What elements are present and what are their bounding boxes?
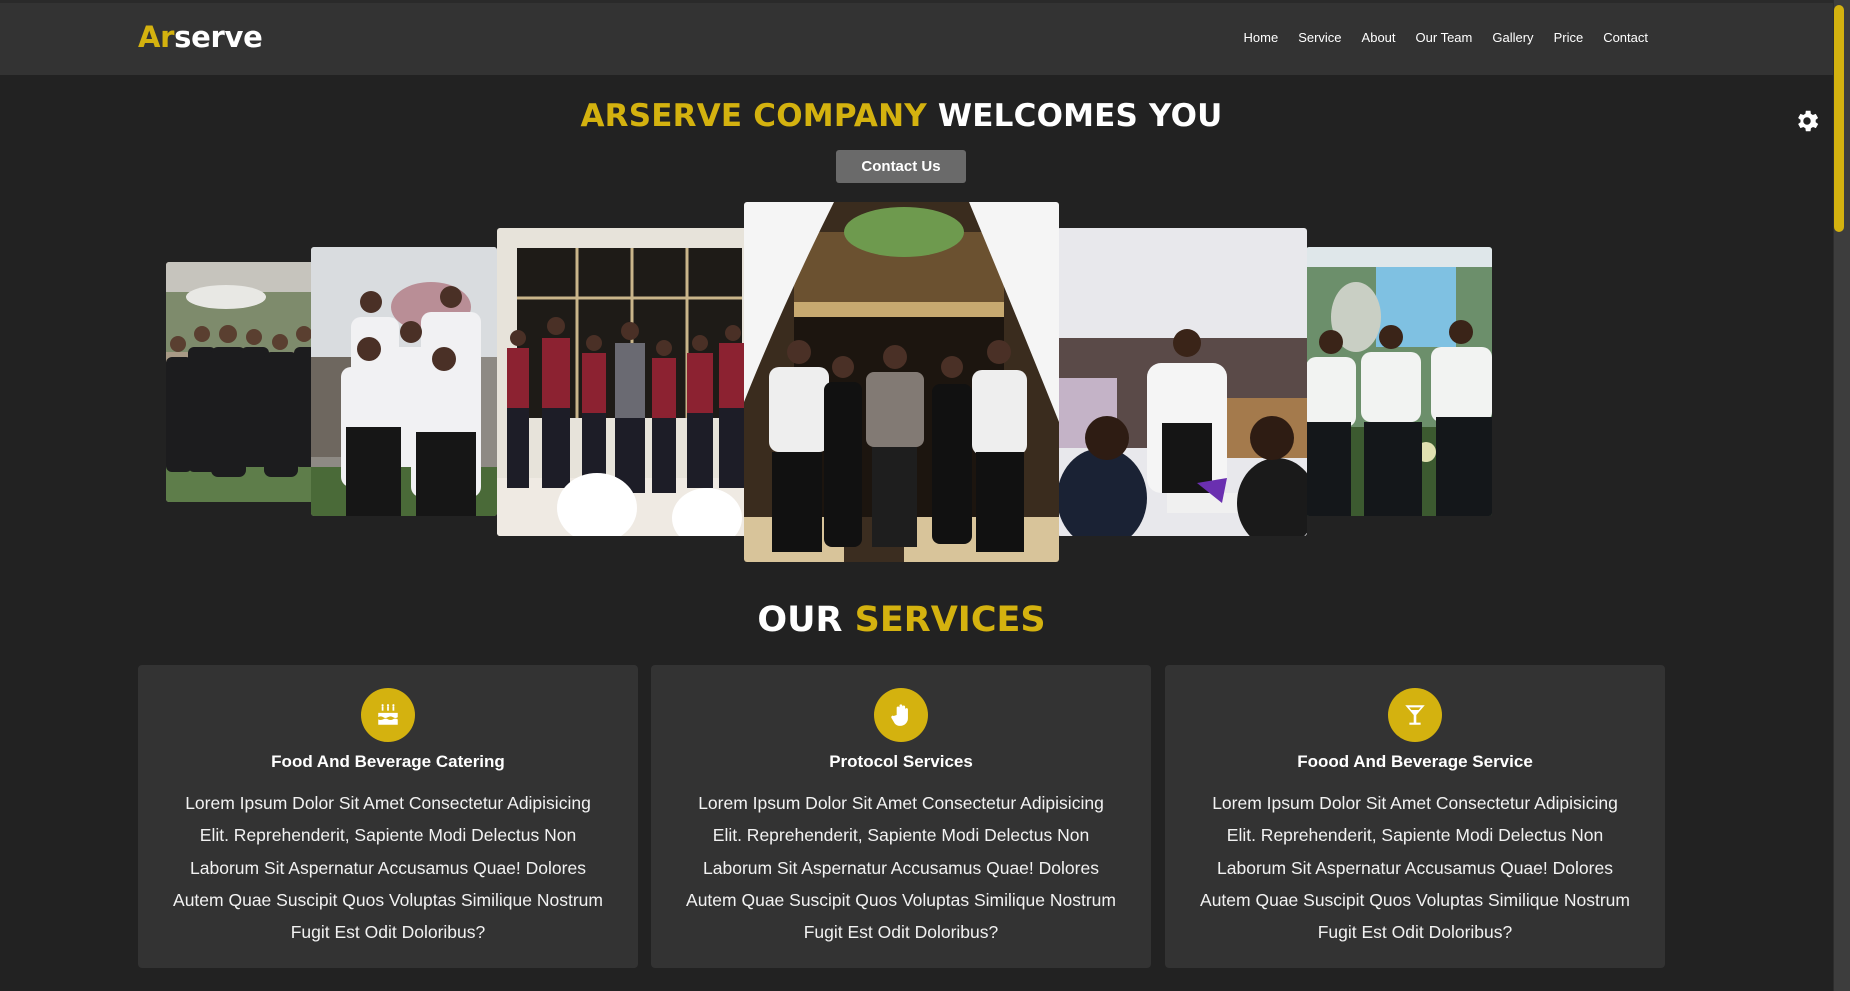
carousel-slide[interactable] [497, 228, 747, 536]
services-cards: Food And Beverage Catering Lorem Ipsum D… [138, 665, 1665, 968]
contact-us-button[interactable]: Contact Us [836, 150, 966, 183]
hero-title-accent: ARSERVE COMPANY [580, 98, 927, 134]
description-line: Lorem Ipsum Dolor Sit Amet Consectetur A… [185, 793, 591, 813]
logo[interactable]: Arserve [138, 20, 263, 54]
service-description: Lorem Ipsum Dolor Sit Amet Consectetur A… [158, 787, 618, 948]
cocktail-glass-icon [1405, 705, 1425, 725]
carousel-slide[interactable] [1306, 247, 1492, 516]
slide-image [744, 202, 1059, 562]
carousel-slide[interactable] [166, 262, 316, 502]
description-line: Fugit Est Odit Doloribus? [1317, 922, 1513, 943]
description-line: Autem Quae Suscipit Quos Voluptas Simili… [1200, 889, 1630, 910]
hand-icon [891, 704, 908, 726]
page: Arserve Home Service About Our Team Gall… [0, 0, 1833, 991]
service-icon-badge [874, 688, 928, 742]
logo-accent: Ar [138, 20, 175, 54]
description-line: Laborum Sit Aspernatur Accusamus Quae! D… [703, 857, 1099, 878]
description-line: Elit. Reprehenderit, Sapiente Modi Delec… [1226, 825, 1604, 846]
nav-contact[interactable]: Contact [1603, 30, 1648, 45]
slide-image [311, 247, 497, 516]
slide-image [497, 228, 747, 536]
service-title: Protocol Services [829, 752, 973, 771]
site-header: Arserve Home Service About Our Team Gall… [0, 0, 1833, 75]
service-title: Food And Beverage Catering [271, 752, 505, 771]
service-icon-badge [1388, 688, 1442, 742]
slide-image [166, 262, 316, 502]
description-line: Autem Quae Suscipit Quos Voluptas Simili… [686, 889, 1116, 910]
scrollbar-thumb[interactable] [1834, 5, 1844, 232]
description-line: Autem Quae Suscipit Quos Voluptas Simili… [173, 889, 603, 910]
carousel-slide[interactable] [1057, 228, 1307, 536]
description-line: Fugit Est Odit Doloribus? [290, 922, 486, 943]
carousel-slide[interactable] [311, 247, 497, 516]
description-line: Laborum Sit Aspernatur Accusamus Quae! D… [190, 857, 586, 878]
hero-title: ARSERVE COMPANY WELCOMES YOU [0, 98, 1803, 134]
carousel-slide[interactable] [744, 202, 1059, 562]
description-line: Laborum Sit Aspernatur Accusamus Quae! D… [1217, 857, 1613, 878]
service-description: Lorem Ipsum Dolor Sit Amet Consectetur A… [671, 787, 1131, 948]
nav-about[interactable]: About [1362, 30, 1396, 45]
service-card: Protocol Services Lorem Ipsum Dolor Sit … [651, 665, 1151, 968]
nav-service[interactable]: Service [1298, 30, 1341, 45]
services-title: OUR SERVICES [0, 600, 1803, 640]
nav-home[interactable]: Home [1244, 30, 1279, 45]
birthday-cake-icon [378, 704, 398, 725]
page-scrollbar[interactable] [1833, 0, 1850, 991]
service-card: Food And Beverage Catering Lorem Ipsum D… [138, 665, 638, 968]
description-line: Lorem Ipsum Dolor Sit Amet Consectetur A… [698, 793, 1104, 813]
slide-image [1057, 228, 1307, 536]
services-title-rest: OUR [757, 600, 843, 640]
description-line: Elit. Reprehenderit, Sapiente Modi Delec… [199, 825, 577, 846]
nav-gallery[interactable]: Gallery [1492, 30, 1533, 45]
description-line: Fugit Est Odit Doloribus? [803, 922, 999, 943]
service-description: Lorem Ipsum Dolor Sit Amet Consectetur A… [1185, 787, 1645, 948]
service-icon-badge [361, 688, 415, 742]
description-line: Elit. Reprehenderit, Sapiente Modi Delec… [712, 825, 1090, 846]
service-card: Foood And Beverage Service Lorem Ipsum D… [1165, 665, 1665, 968]
service-title: Foood And Beverage Service [1297, 752, 1533, 771]
main-nav: Home Service About Our Team Gallery Pric… [1244, 30, 1649, 45]
nav-our-team[interactable]: Our Team [1416, 30, 1473, 45]
description-line: Lorem Ipsum Dolor Sit Amet Consectetur A… [1212, 793, 1618, 813]
services-title-accent: SERVICES [854, 600, 1046, 640]
slide-image [1306, 247, 1492, 516]
logo-rest: serve [174, 20, 263, 54]
nav-price[interactable]: Price [1554, 30, 1584, 45]
hero-title-rest: WELCOMES YOU [937, 98, 1223, 134]
